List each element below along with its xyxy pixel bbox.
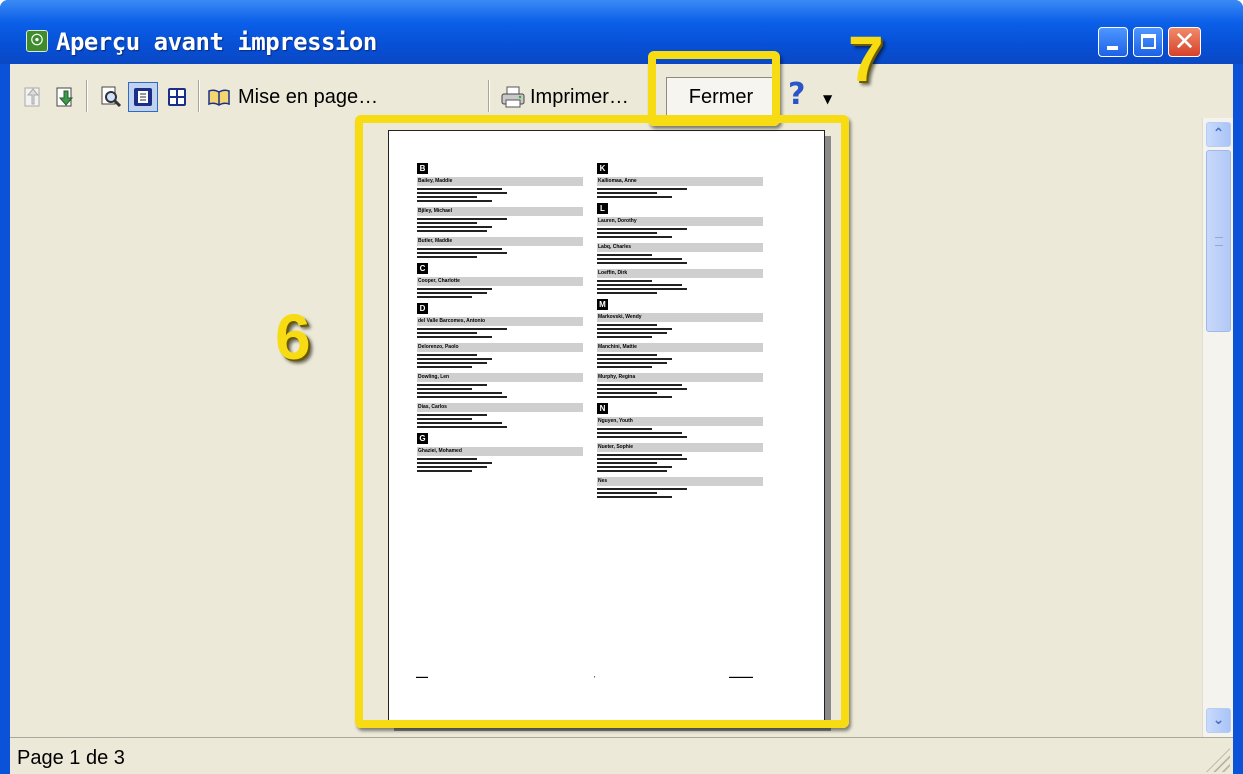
printer-icon (500, 84, 526, 110)
minimize-button[interactable] (1098, 27, 1128, 57)
callout-number-6: 6 (275, 301, 311, 373)
scroll-thumb[interactable] (1206, 150, 1231, 332)
maximize-icon (1141, 34, 1156, 49)
two-pages-button[interactable] (164, 82, 190, 112)
title-bar[interactable]: ☉ Aperçu avant impression ✕ (0, 0, 1243, 64)
page-status: Page 1 de 3 (17, 747, 125, 769)
chevron-down-icon[interactable]: ▼ (823, 92, 832, 106)
one-page-icon (130, 84, 156, 110)
help-icon[interactable]: ? (788, 77, 805, 112)
callout-number-7: 7 (848, 23, 884, 95)
next-page-button[interactable] (52, 82, 78, 112)
minimize-icon (1107, 46, 1118, 50)
page-setup-label: Mise en page… (238, 85, 379, 108)
app-icon: ☉ (26, 30, 48, 52)
close-icon: ✕ (1173, 27, 1196, 57)
toolbar-separator (488, 80, 490, 112)
scroll-down-button[interactable]: ⌄ (1206, 708, 1231, 733)
page-up-icon (20, 84, 46, 110)
vertical-scrollbar[interactable]: ⌃ ⌄ (1202, 118, 1233, 737)
grip-icon (1215, 237, 1223, 246)
multi-page-icon (164, 84, 190, 110)
zoom-button[interactable] (98, 82, 124, 112)
print-button[interactable]: Imprimer… (500, 82, 629, 112)
maximize-button[interactable] (1133, 27, 1163, 57)
toolbar-separator (86, 80, 88, 112)
window-title: Aperçu avant impression (56, 28, 377, 56)
open-book-icon (206, 84, 232, 110)
magnifier-page-icon (98, 84, 124, 110)
one-page-button[interactable] (128, 82, 158, 112)
toolbar: Mise en page… Imprimer… Fermer ? ▼ (10, 64, 1233, 117)
page-down-icon (52, 84, 78, 110)
previous-page-button[interactable] (20, 82, 46, 112)
page-setup-button[interactable]: Mise en page… (206, 82, 378, 112)
toolbar-separator (198, 80, 200, 112)
print-label: Imprimer… (530, 85, 629, 108)
preview-page-highlight (355, 115, 849, 728)
status-bar: Page 1 de 3 (10, 737, 1233, 774)
resize-grip[interactable] (1206, 748, 1230, 772)
close-window-button[interactable]: ✕ (1168, 27, 1201, 57)
scroll-up-button[interactable]: ⌃ (1206, 122, 1231, 147)
